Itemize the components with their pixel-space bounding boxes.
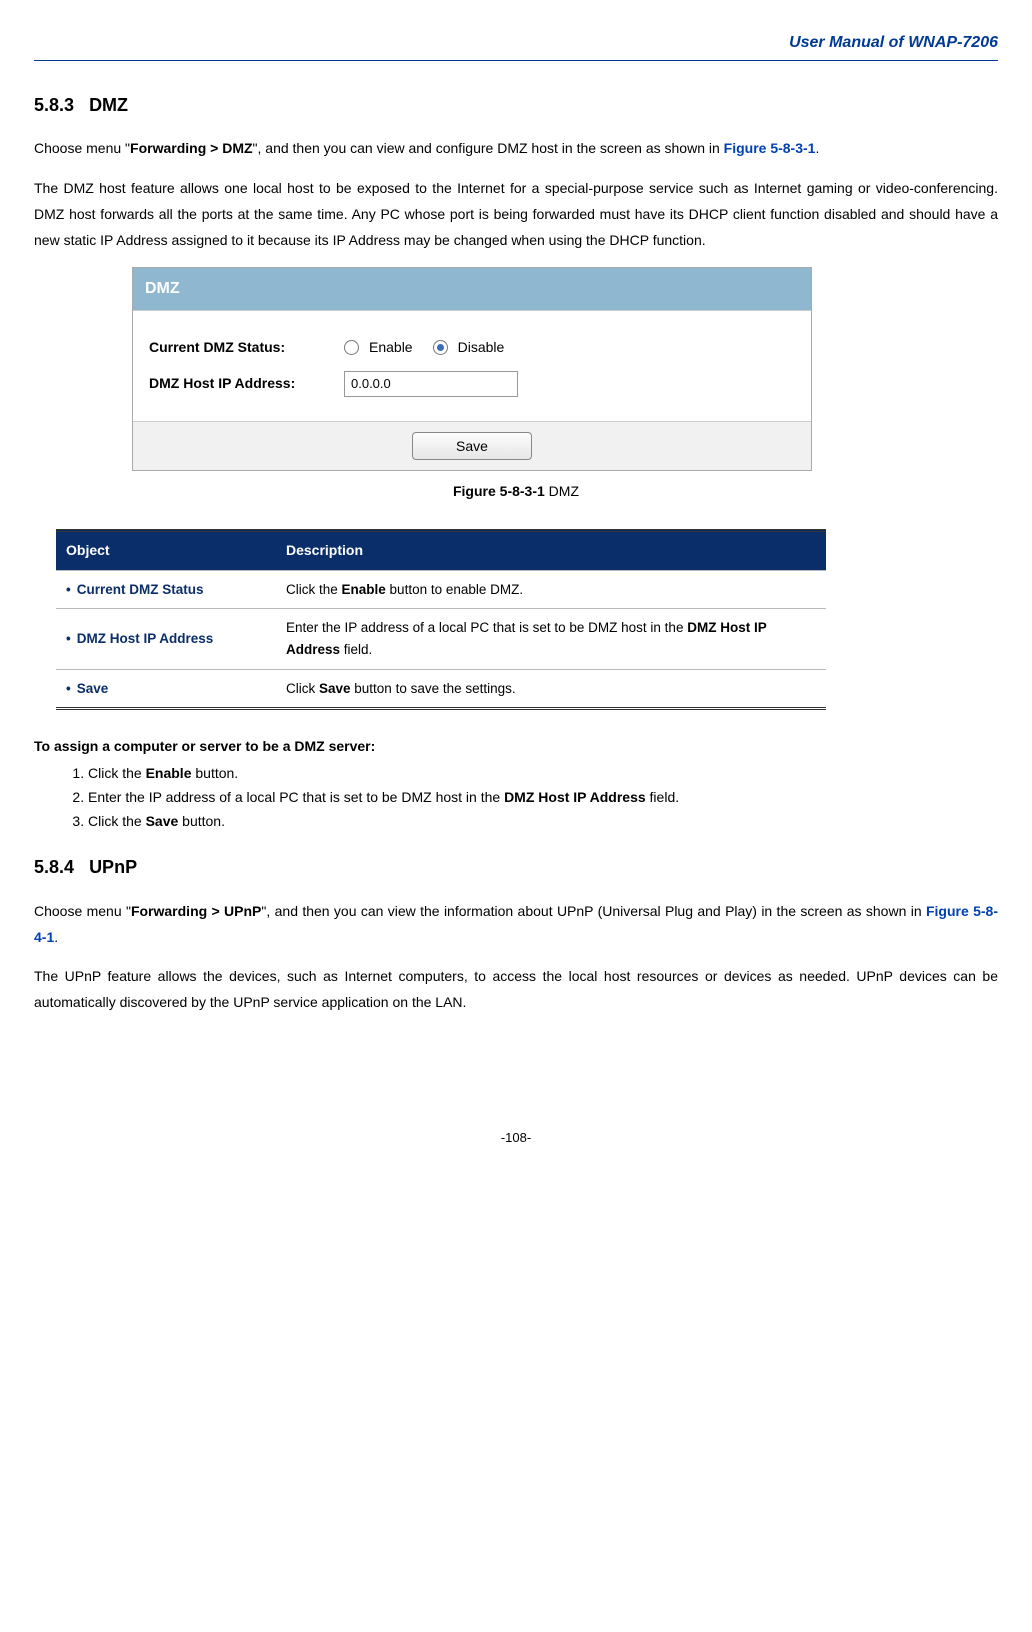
- row-ip-address: DMZ Host IP Address:: [149, 371, 795, 397]
- bullet-icon: •: [66, 681, 71, 696]
- menu-path-bold: Forwarding > DMZ: [130, 140, 253, 156]
- object-name: DMZ Host IP Address: [77, 631, 214, 646]
- section-body-upnp: The UPnP feature allows the devices, suc…: [34, 964, 998, 1016]
- text: .: [54, 929, 58, 945]
- list-item: Enter the IP address of a local PC that …: [88, 786, 998, 810]
- section-heading-dmz: 5.8.3 DMZ: [34, 89, 998, 122]
- section-intro-upnp: Choose menu "Forwarding > UPnP", and the…: [34, 899, 998, 951]
- section-body-dmz: The DMZ host feature allows one local ho…: [34, 176, 998, 254]
- figure-caption: Figure 5-8-3-1 DMZ: [34, 479, 998, 505]
- text: ", and then you can view and configure D…: [253, 140, 724, 156]
- page-number: -108-: [34, 1126, 998, 1150]
- radio-disable[interactable]: [433, 340, 448, 355]
- figure-link[interactable]: Figure 5-8-3-1: [724, 140, 816, 156]
- steps-title: To assign a computer or server to be a D…: [34, 734, 998, 760]
- radio-enable-label: Enable: [369, 335, 413, 361]
- th-object: Object: [56, 530, 276, 570]
- figure-label: Figure 5-8-3-1: [453, 483, 545, 499]
- list-item: Click the Save button.: [88, 810, 998, 834]
- ip-label: DMZ Host IP Address:: [149, 371, 344, 397]
- table-row: • Current DMZ Status Click the Enable but…: [56, 570, 826, 609]
- section-number: 5.8.4: [34, 857, 74, 877]
- section-title: DMZ: [89, 95, 128, 115]
- dmz-host-ip-input[interactable]: [344, 371, 518, 397]
- text: ", and then you can view the information…: [261, 903, 926, 919]
- dmz-settings-panel: DMZ Current DMZ Status: Enable Disable D…: [132, 267, 812, 470]
- steps-list: Click the Enable button. Enter the IP ad…: [88, 762, 998, 833]
- object-description-table: Object Description • Current DMZ Status C…: [56, 529, 826, 710]
- section-title: UPnP: [89, 857, 137, 877]
- object-description: Enter the IP address of a local PC that …: [276, 609, 826, 669]
- document-header-title: User Manual of WNAP-7206: [34, 28, 998, 61]
- figure-text: DMZ: [545, 483, 579, 499]
- panel-title: DMZ: [133, 268, 811, 311]
- table-row: • Save Click Save button to save the sett…: [56, 669, 826, 709]
- text: Choose menu ": [34, 903, 131, 919]
- object-description: Click the Enable button to enable DMZ.: [276, 570, 826, 609]
- radio-disable-label: Disable: [458, 335, 505, 361]
- object-name: Save: [77, 681, 109, 696]
- text: Choose menu ": [34, 140, 130, 156]
- section-heading-upnp: 5.8.4 UPnP: [34, 851, 998, 884]
- save-button[interactable]: Save: [412, 432, 532, 460]
- menu-path-bold: Forwarding > UPnP: [131, 903, 261, 919]
- section-intro-dmz: Choose menu "Forwarding > DMZ", and then…: [34, 136, 998, 162]
- object-description: Click Save button to save the settings.: [276, 669, 826, 709]
- bullet-icon: •: [66, 582, 71, 597]
- row-current-status: Current DMZ Status: Enable Disable: [149, 335, 795, 361]
- status-label: Current DMZ Status:: [149, 335, 344, 361]
- section-number: 5.8.3: [34, 95, 74, 115]
- object-name: Current DMZ Status: [77, 582, 204, 597]
- th-description: Description: [276, 530, 826, 570]
- table-row: • DMZ Host IP Address Enter the IP addres…: [56, 609, 826, 669]
- radio-enable[interactable]: [344, 340, 359, 355]
- bullet-icon: •: [66, 631, 71, 646]
- text: .: [815, 140, 819, 156]
- list-item: Click the Enable button.: [88, 762, 998, 786]
